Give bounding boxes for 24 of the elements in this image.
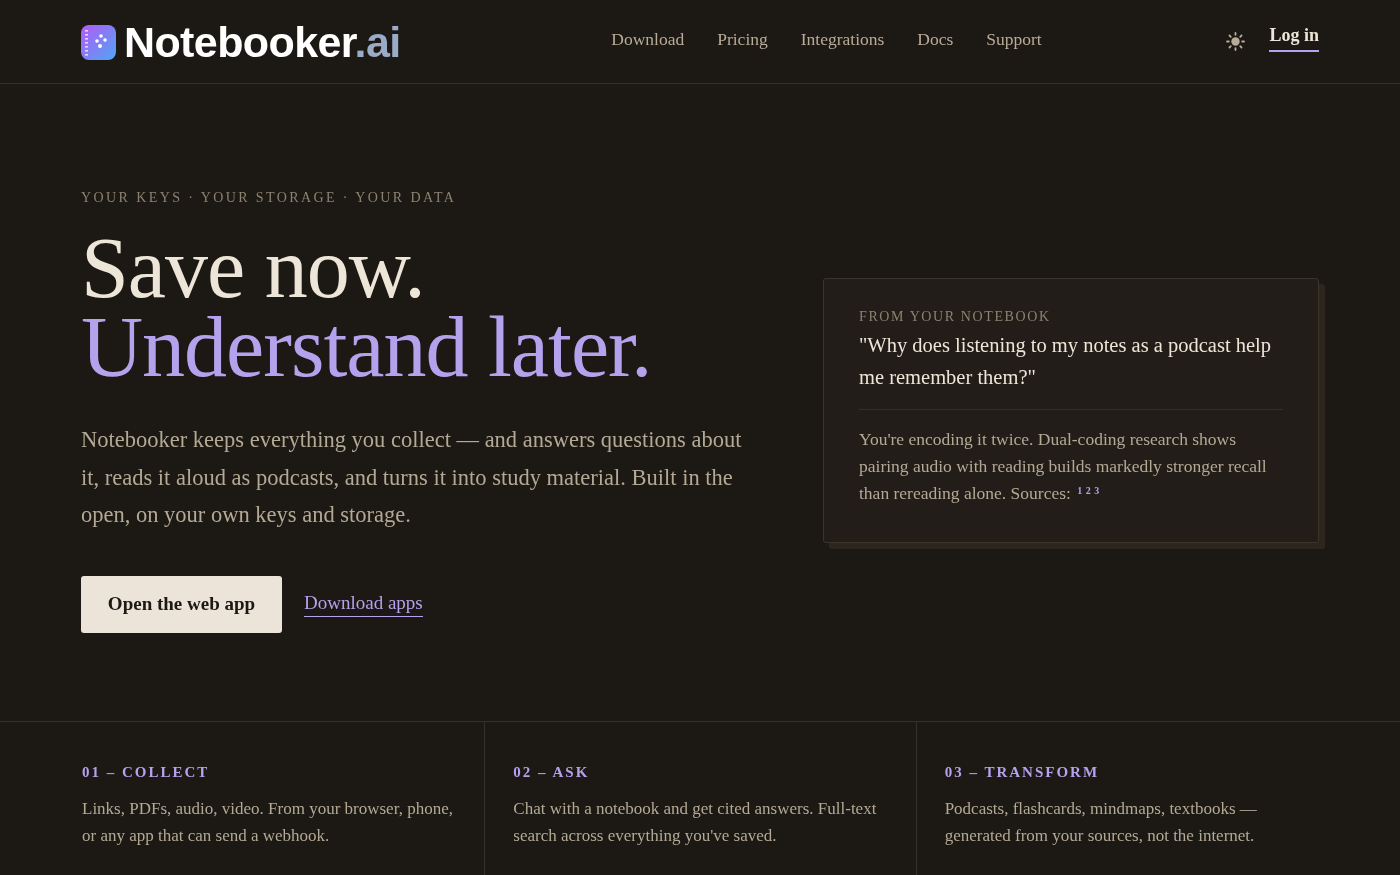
nav-link[interactable]: Docs <box>917 29 954 50</box>
theme-toggle-button[interactable] <box>1226 32 1246 51</box>
card-answer: You're encoding it twice. Dual-coding research shows pairing audio with reading builds markedly stronger recall than rereading alone. Sources: $^{1 2 3}$ <box>859 427 1268 505</box>
open-web-app-button[interactable]: Open the web app <box>81 575 282 633</box>
nav-link[interactable]: Support <box>986 29 1042 50</box>
notebook-logo-icon <box>81 25 116 60</box>
card-question: "Why does listening to my notes as a podcast help me remember them?" <box>859 332 1273 390</box>
card-label: FROM YOUR NOTEBOOK <box>859 308 1052 325</box>
download-apps-link[interactable]: Download apps <box>304 591 423 617</box>
nav-link[interactable]: Integrations <box>800 29 885 50</box>
eyebrow-text: YOUR KEYS · YOUR STORAGE · YOUR DATA <box>81 190 457 206</box>
headline-line: Understand later. <box>81 308 652 387</box>
nav-link[interactable]: Download <box>611 29 685 50</box>
login-link[interactable]: Log in <box>1269 25 1319 52</box>
nav-link[interactable]: Pricing <box>717 29 768 50</box>
feature-title: 01 – COLLECT <box>82 762 211 781</box>
hero-description: Notebooker keeps everything you collect — and answers questions about it, reads it aloud as podcasts, and turns it into study material. Built in the open, on your own keys and storage. <box>81 426 743 529</box>
feature-title: 02 – ASK <box>513 762 591 781</box>
feature-text: Chat with a notebook and get cited answers. Full-text search across everything you've saved. <box>513 797 878 847</box>
feature-title: 03 – TRANSFORM <box>944 762 1101 781</box>
feature-text: Links, PDFs, audio, video. From your browser, phone, or any app that can send a webhook. <box>82 797 454 847</box>
sun-icon <box>1226 32 1246 51</box>
feature-text: Podcasts, flashcards, mindmaps, textbooks — generated from your sources, not the internet. <box>944 797 1258 847</box>
headline-line: Save now. <box>81 229 426 308</box>
